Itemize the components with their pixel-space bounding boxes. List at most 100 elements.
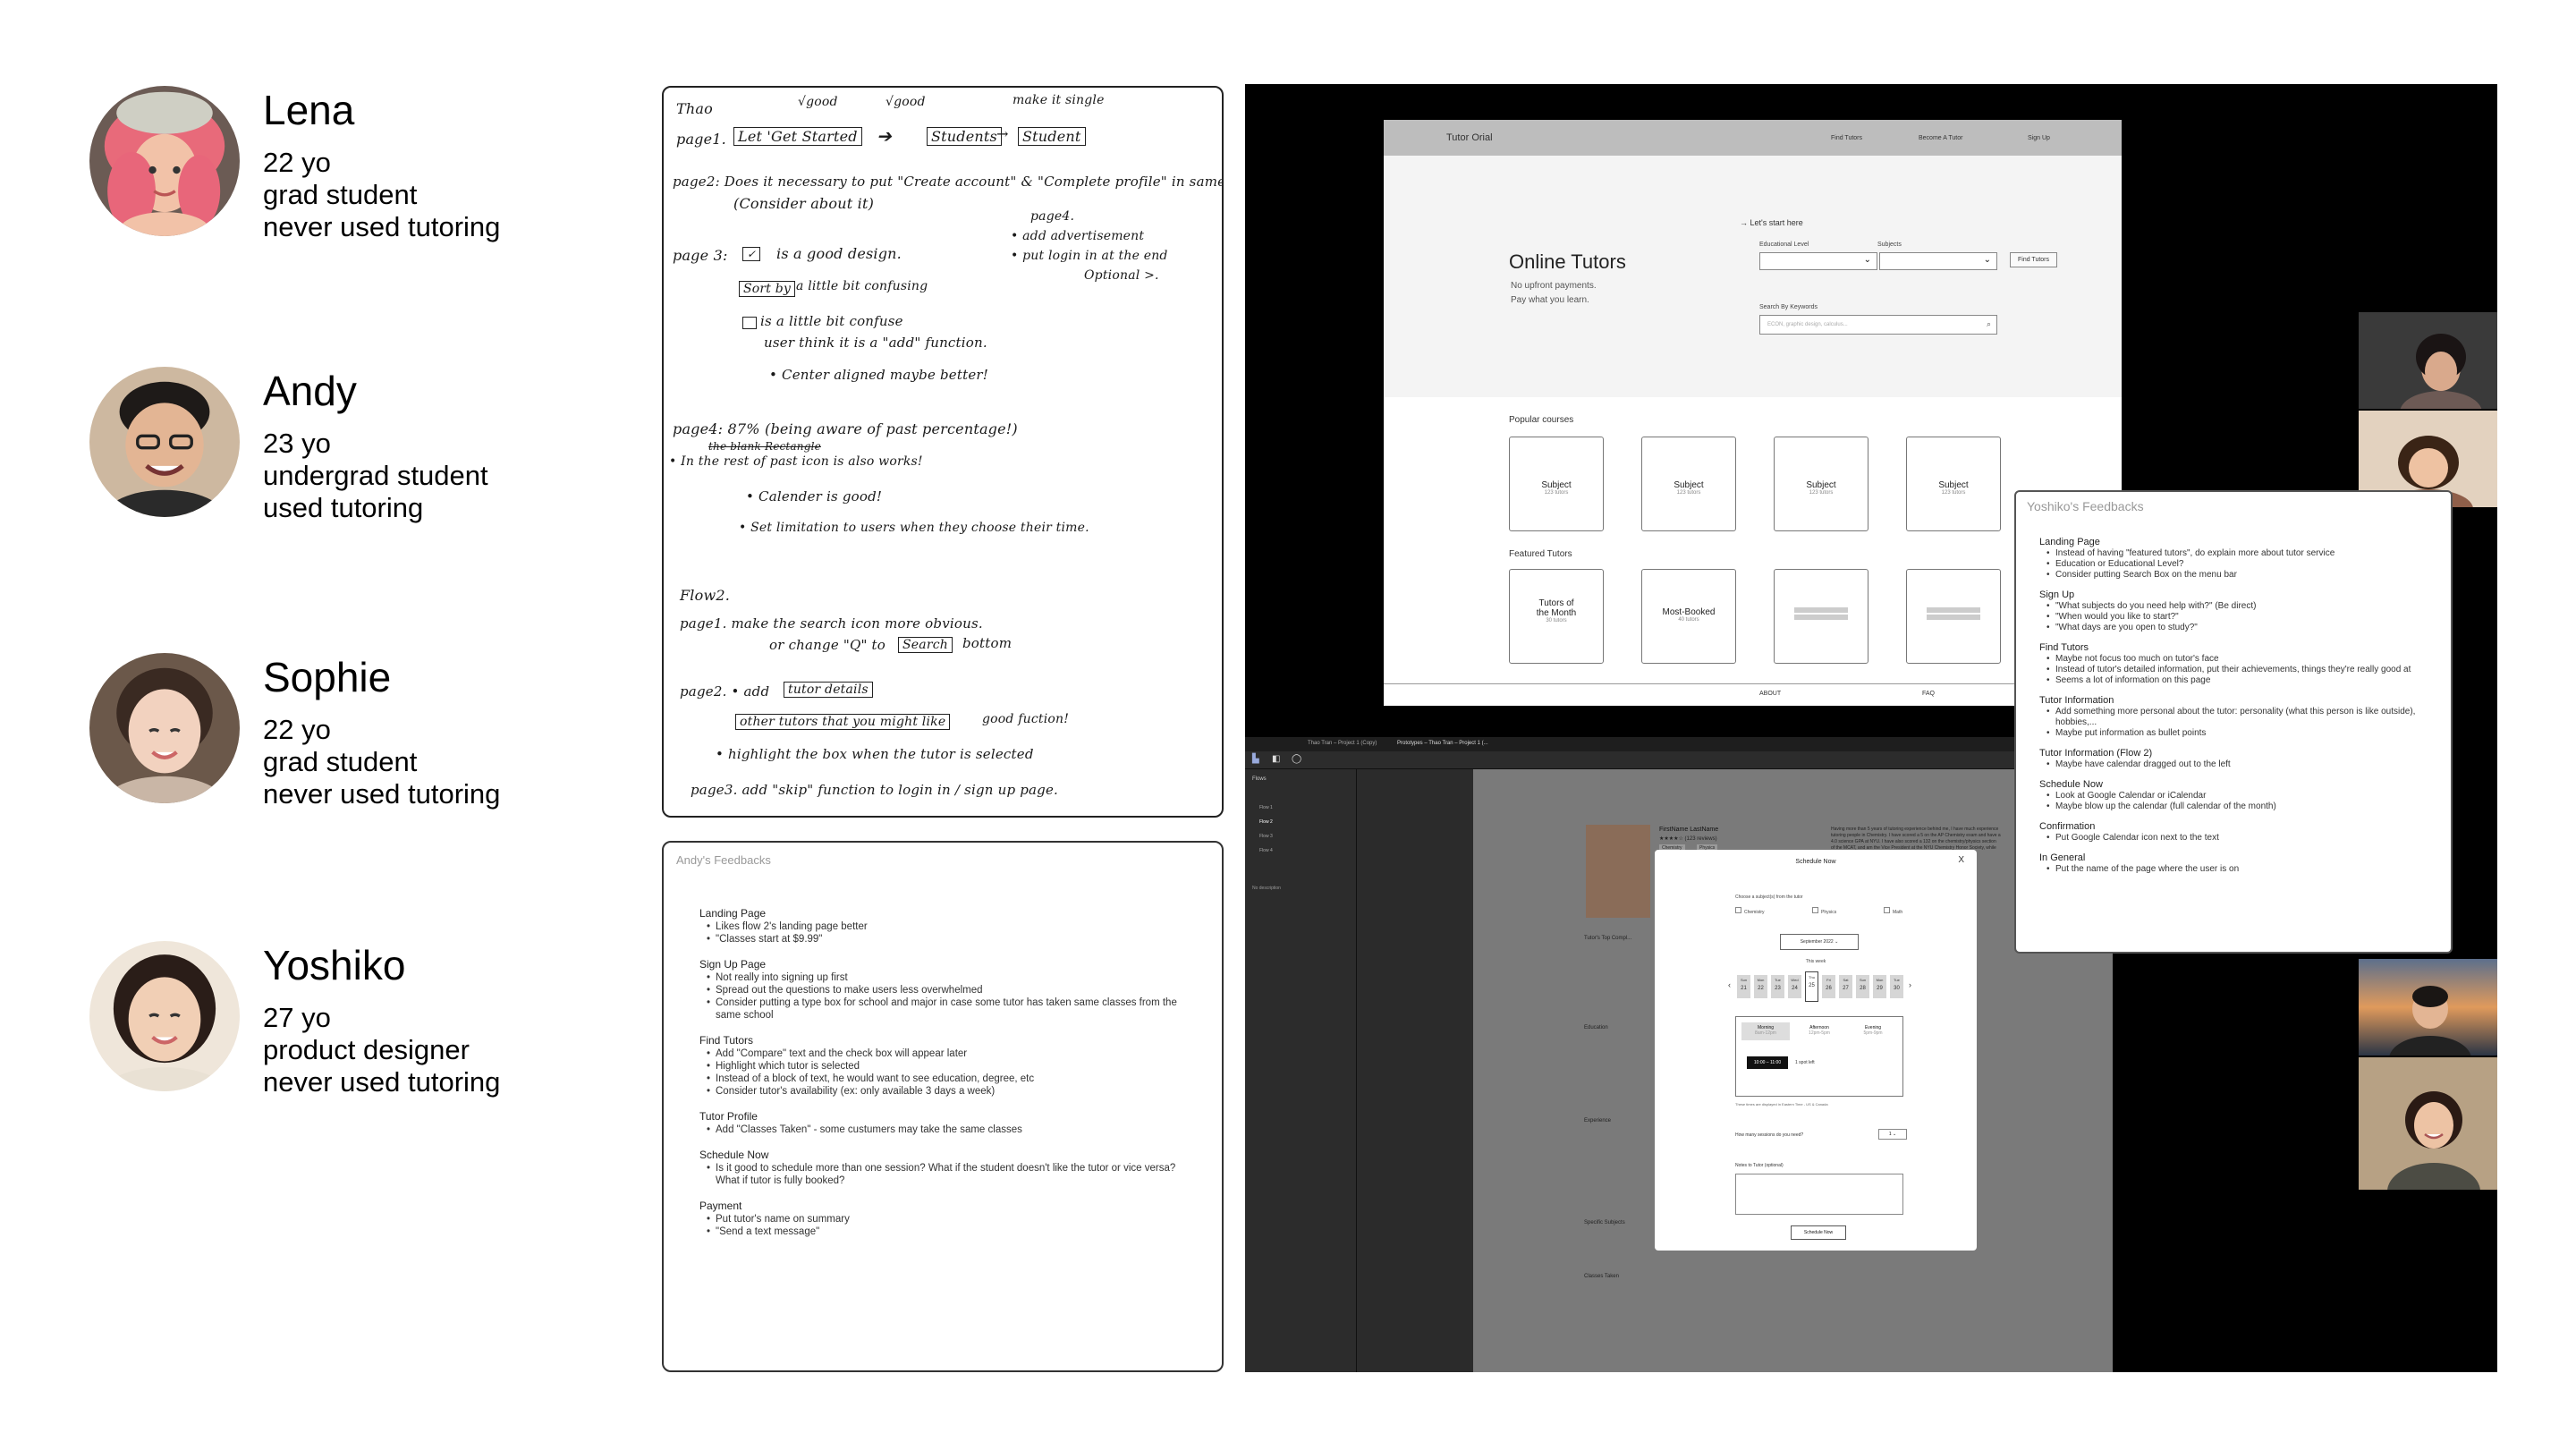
persona-sophie: Sophie 22 yo grad student never used tut… <box>89 653 626 814</box>
persona-experience: never used tutoring <box>263 211 501 242</box>
find-tutors-button[interactable]: Find Tutors <box>2010 252 2058 267</box>
day-cell[interactable]: Sat 27 <box>1839 975 1852 998</box>
note-box: tutor details <box>784 682 873 698</box>
figma-tab-active[interactable]: Prototypes – Thao Tran – Project 1 (... <box>1397 741 1488 746</box>
featured-card-placeholder[interactable] <box>1906 569 2001 664</box>
subject-checkbox[interactable]: Chemistry <box>1735 907 1765 915</box>
search-input[interactable]: ECON, graphic design, calculus... ⌕ <box>1759 315 1997 335</box>
time-slot-button[interactable]: 10:00 – 11:00 <box>1747 1056 1788 1069</box>
feedback-section: Find TutorsMaybe not focus too much on t… <box>2039 642 2428 686</box>
featured-card[interactable]: Tutors of the Month 30 tutors <box>1509 569 1604 664</box>
time-tab-evening[interactable]: Evening 5pm-9pm <box>1849 1022 1897 1040</box>
figma-tab[interactable]: Thao Tran – Project 1 (Copy) <box>1308 741 1377 746</box>
lets-start-text: → Let's start here <box>1740 218 1803 227</box>
feedback-heading: Schedule Now <box>699 1149 769 1161</box>
flow-item[interactable]: Flow 3 <box>1259 834 1273 839</box>
participant-video[interactable] <box>2359 959 2497 1056</box>
note-flow2-page1b: or change "Q" to <box>769 637 886 653</box>
month-select[interactable]: September 2022 ⌄ <box>1780 934 1859 950</box>
participant-video[interactable] <box>2359 312 2497 409</box>
note-page4: page4: 87% (being aware of past percenta… <box>673 420 1018 437</box>
day-cell[interactable]: Mon 22 <box>1754 975 1767 998</box>
day-cell[interactable]: Tue 30 <box>1890 975 1903 998</box>
landing-wireframe: Tutor Orial Find Tutors Become A Tutor S… <box>1384 120 2122 706</box>
note-label: Notes to Tutor (optional) <box>1735 1163 1784 1168</box>
feedback-heading: Landing Page <box>2039 537 2100 547</box>
edu-select[interactable]: ⌄ <box>1759 252 1877 270</box>
brand-logo[interactable]: Tutor Orial <box>1446 132 1493 143</box>
day-cell[interactable]: Thu 25 <box>1805 971 1818 1002</box>
note-page3d: user think it is a "add" function. <box>764 335 987 351</box>
note-textarea[interactable] <box>1735 1174 1903 1215</box>
course-card[interactable]: Subject 123 tutors <box>1906 437 2001 531</box>
panel-icon[interactable]: ◧ <box>1272 754 1280 764</box>
feedback-item: Consider tutor's availability (ex: only … <box>699 1085 1186 1098</box>
course-card[interactable]: Subject 123 tutors <box>1509 437 1604 531</box>
day-cell[interactable]: Sun 21 <box>1737 975 1750 998</box>
note-box: Student <box>1018 127 1086 146</box>
feedback-heading: In General <box>2039 852 2086 863</box>
wireframe-nav: Tutor Orial Find Tutors Become A Tutor S… <box>1384 120 2122 156</box>
feedback-heading: Payment <box>699 1200 742 1212</box>
timezone-note: These times are displayed in Eastern Tim… <box>1735 1102 1828 1107</box>
figma-tabbar: Thao Tran – Project 1 (Copy) Prototypes … <box>1245 737 2113 751</box>
time-tab-afternoon[interactable]: Afternoon 12pm-5pm <box>1795 1022 1843 1040</box>
feedback-heading: Tutor Information <box>2039 695 2114 706</box>
day-cell[interactable]: Tue 23 <box>1771 975 1784 998</box>
nav-sign-up[interactable]: Sign Up <box>2028 135 2050 141</box>
close-icon[interactable]: X <box>1958 855 1964 865</box>
nav-become-tutor[interactable]: Become A Tutor <box>1919 135 1962 141</box>
persona-age: 22 yo <box>263 714 331 745</box>
note-box: Let 'Get Started <box>733 127 862 146</box>
flow-item[interactable]: Flow 1 <box>1259 805 1273 810</box>
feedback-item: Maybe not focus too much on tutor's face <box>2039 654 2428 665</box>
note-page3e: • Center aligned maybe better! <box>769 367 989 383</box>
chevron-down-icon: ⌄ <box>1892 1132 1897 1137</box>
feedback-item: "Send a text message" <box>699 1225 1186 1238</box>
avatar-andy <box>89 367 240 517</box>
feedback-item: Add "Classes Taken" - some custumers may… <box>699 1124 1186 1136</box>
experience-label: Experience <box>1584 1118 1612 1124</box>
day-cell[interactable]: Wed 24 <box>1788 975 1801 998</box>
nav-find-tutors[interactable]: Find Tutors <box>1831 135 1862 141</box>
chevron-left-icon[interactable]: ‹ <box>1728 980 1731 989</box>
search-icon[interactable]: ⌕ <box>1987 319 1991 329</box>
hero-title: Online Tutors <box>1509 250 1626 273</box>
note-side: • add advertisement <box>1011 229 1145 243</box>
flow-item-active[interactable]: Flow 2 <box>1259 819 1273 825</box>
course-card[interactable]: Subject 123 tutors <box>1774 437 1868 531</box>
feedback-list: Landing PageLikes flow 2's landing page … <box>676 875 1209 1358</box>
featured-card[interactable]: Most-Booked 40 tutors <box>1641 569 1736 664</box>
chevron-right-icon[interactable]: › <box>1909 980 1911 989</box>
day-cell[interactable]: Sun 28 <box>1856 975 1869 998</box>
this-week-label: This week <box>1805 959 1826 964</box>
feedback-item: "What subjects do you need help with?" (… <box>2039 601 2428 612</box>
persona-experience: never used tutoring <box>263 778 501 810</box>
day-cell[interactable]: Mon 29 <box>1873 975 1886 998</box>
avatar-lena <box>89 86 240 236</box>
time-tab-morning[interactable]: Morning 8am-12pm <box>1741 1022 1790 1040</box>
feedback-section: Find TutorsAdd "Compare" text and the ch… <box>699 1034 1186 1098</box>
note-box: other tutors that you might like <box>735 714 951 730</box>
classes-taken-label: Classes Taken <box>1584 1274 1619 1279</box>
feedback-item: Is it good to schedule more than one ses… <box>699 1162 1186 1187</box>
sessions-stepper[interactable]: 1 ⌄ <box>1878 1129 1907 1140</box>
flow-item[interactable]: Flow 4 <box>1259 848 1273 853</box>
subject-checkbox[interactable]: Math <box>1884 907 1902 915</box>
persona-age: 23 yo <box>263 428 331 459</box>
subj-select[interactable]: ⌄ <box>1879 252 1997 270</box>
participant-video[interactable] <box>2359 1057 2497 1190</box>
square-sketch-icon <box>742 317 757 329</box>
course-card[interactable]: Subject 123 tutors <box>1641 437 1736 531</box>
day-number: 28 <box>1860 986 1866 991</box>
schedule-now-button[interactable]: Schedule Now <box>1791 1225 1846 1240</box>
footer-about[interactable]: ABOUT <box>1759 691 1781 697</box>
note-flow2-page1: page1. make the search icon more obvious… <box>680 615 983 632</box>
day-cell[interactable]: Fri 26 <box>1822 975 1835 998</box>
day-of-week: Mon <box>1876 978 1884 982</box>
comment-icon[interactable]: ◯ <box>1292 754 1301 764</box>
subject-checkbox[interactable]: Physics <box>1812 907 1836 915</box>
featured-card-placeholder[interactable] <box>1774 569 1868 664</box>
footer-faq[interactable]: FAQ <box>1922 691 1935 697</box>
figma-logo-icon[interactable]: ▙ <box>1252 754 1259 764</box>
